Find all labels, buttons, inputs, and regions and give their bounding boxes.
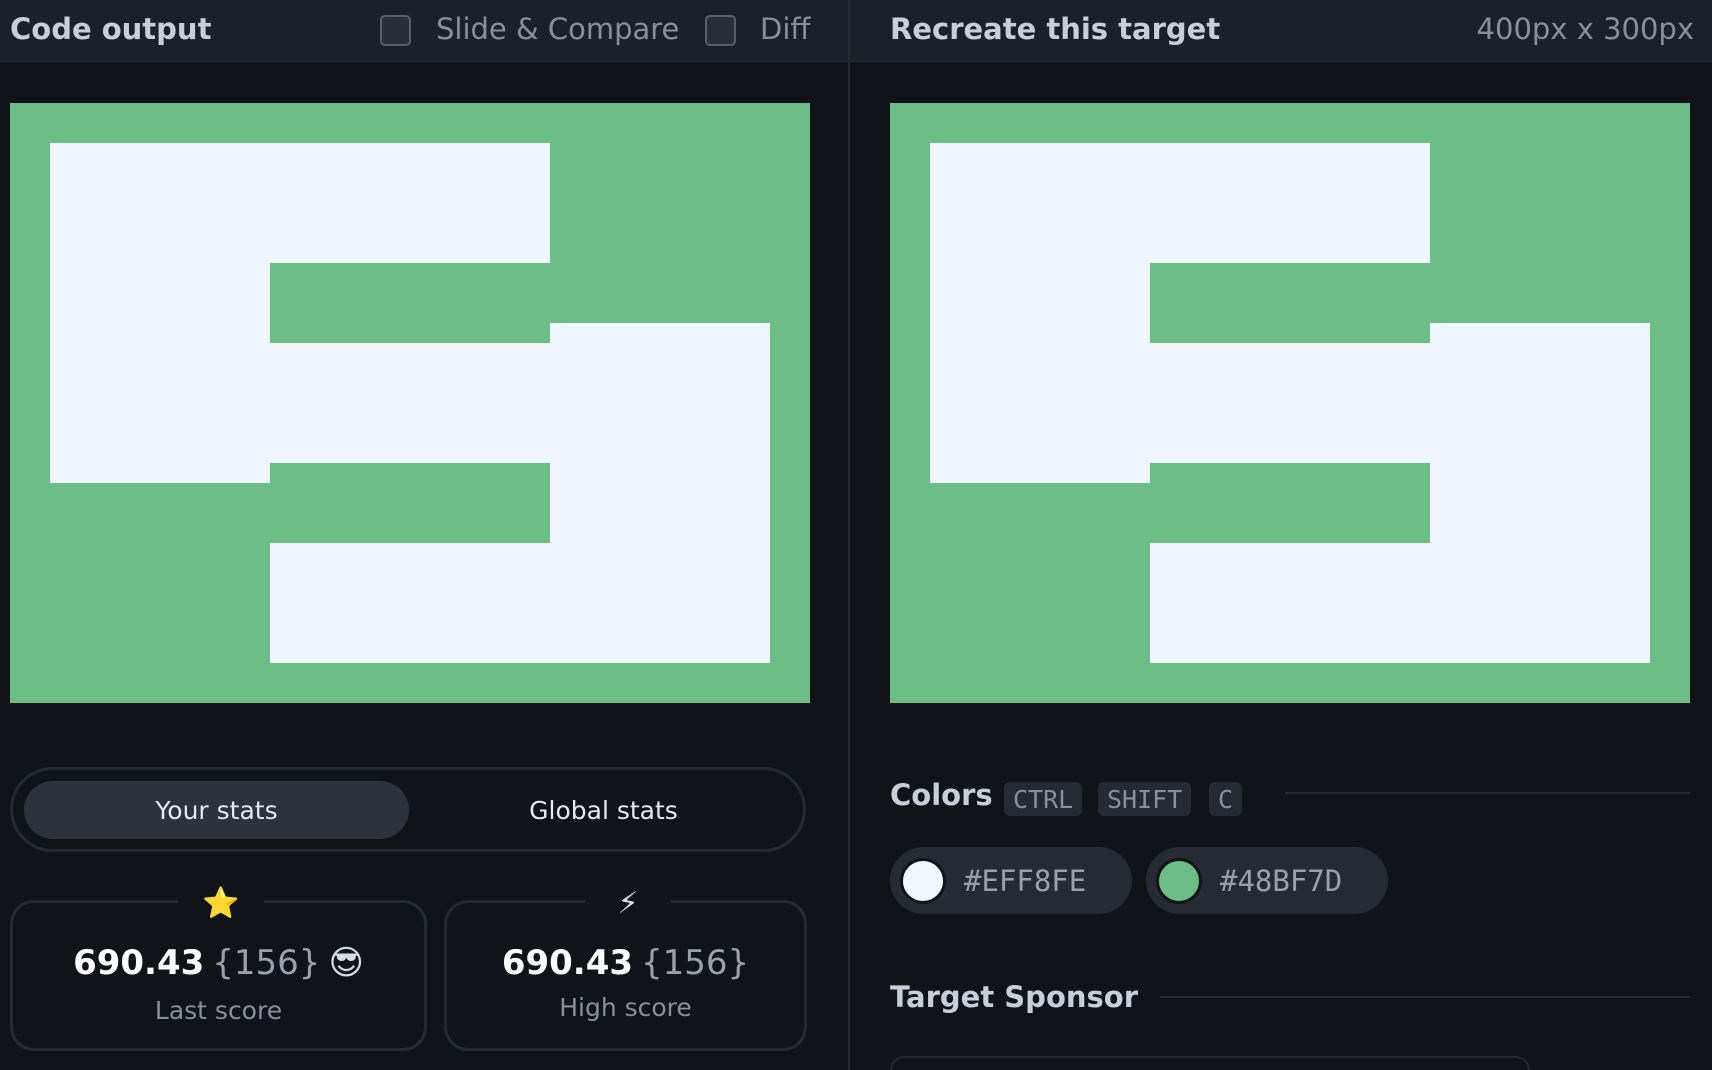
- tab-your-stats[interactable]: Your stats: [24, 781, 409, 839]
- shape-bottom: [1150, 543, 1650, 663]
- sponsor-title: Target Sponsor: [890, 980, 1139, 1014]
- shape-left: [50, 263, 270, 483]
- target-panel: Recreate this target 400px x 300px Color…: [850, 0, 1712, 1070]
- slide-compare-label[interactable]: Slide & Compare: [436, 12, 679, 46]
- target-dimensions: 400px x 300px: [1476, 12, 1694, 46]
- shape-right: [550, 463, 770, 543]
- shape-right: [1430, 463, 1650, 543]
- lightning-icon: ⚡: [585, 883, 671, 923]
- sunglasses-icon: 😎: [328, 943, 364, 983]
- last-score-label: Last score: [154, 996, 283, 1025]
- output-canvas[interactable]: [10, 103, 810, 703]
- last-score-value: 690.43: [73, 943, 205, 983]
- high-score-value: 690.43: [501, 943, 634, 983]
- shape-right-top: [550, 323, 770, 343]
- diff-checkbox[interactable]: [705, 15, 736, 46]
- target-header: Recreate this target 400px x 300px: [850, 0, 1712, 62]
- slide-compare-checkbox[interactable]: [380, 15, 411, 46]
- code-output-title: Code output: [10, 12, 212, 46]
- shape-middle: [270, 343, 770, 463]
- app-root: Code output Slide & Compare Diff Your st…: [0, 0, 1712, 1070]
- sponsor-box[interactable]: [890, 1056, 1530, 1070]
- color-hex: #EFF8FE: [964, 863, 1087, 898]
- tab-global-stats[interactable]: Global stats: [411, 781, 796, 839]
- stats-toggle: Your stats Global stats: [10, 767, 806, 852]
- shape-bottom: [270, 543, 770, 663]
- target-canvas[interactable]: [890, 103, 1690, 703]
- code-output-panel: Code output Slide & Compare Diff Your st…: [0, 0, 848, 1070]
- last-score-card: ⭐ 690.43 {156} 😎 Last score: [10, 883, 427, 1051]
- target-title: Recreate this target: [890, 12, 1221, 46]
- colors-title: Colors: [890, 778, 993, 812]
- diff-label[interactable]: Diff: [760, 12, 810, 46]
- shape-left: [930, 263, 1150, 483]
- colors-rule: [1285, 792, 1690, 794]
- last-score-count: {156}: [212, 943, 321, 983]
- shape-top: [50, 143, 550, 263]
- last-score: 690.43 {156} 😎: [13, 943, 424, 983]
- code-output-header: Code output Slide & Compare Diff: [0, 0, 848, 62]
- color-swatch[interactable]: #48BF7D: [1146, 847, 1388, 914]
- high-score: 690.43 {156}: [447, 943, 804, 983]
- color-dot: [900, 857, 946, 904]
- shape-middle: [1150, 343, 1650, 463]
- high-score-card: ⚡ 690.43 {156} High score: [444, 883, 807, 1051]
- color-hex: #48BF7D: [1220, 863, 1343, 898]
- kbd-shift: SHIFT: [1098, 782, 1192, 816]
- star-icon: ⭐: [178, 883, 264, 923]
- high-score-count: {156}: [641, 943, 750, 983]
- color-swatch[interactable]: #EFF8FE: [890, 847, 1132, 914]
- kbd-ctrl: CTRL: [1004, 782, 1083, 816]
- color-dot: [1156, 857, 1202, 904]
- high-score-label: High score: [559, 993, 692, 1022]
- kbd-c: C: [1209, 782, 1243, 816]
- shape-top: [930, 143, 1430, 263]
- sponsor-rule: [1160, 996, 1690, 998]
- shape-right-top: [1430, 323, 1650, 343]
